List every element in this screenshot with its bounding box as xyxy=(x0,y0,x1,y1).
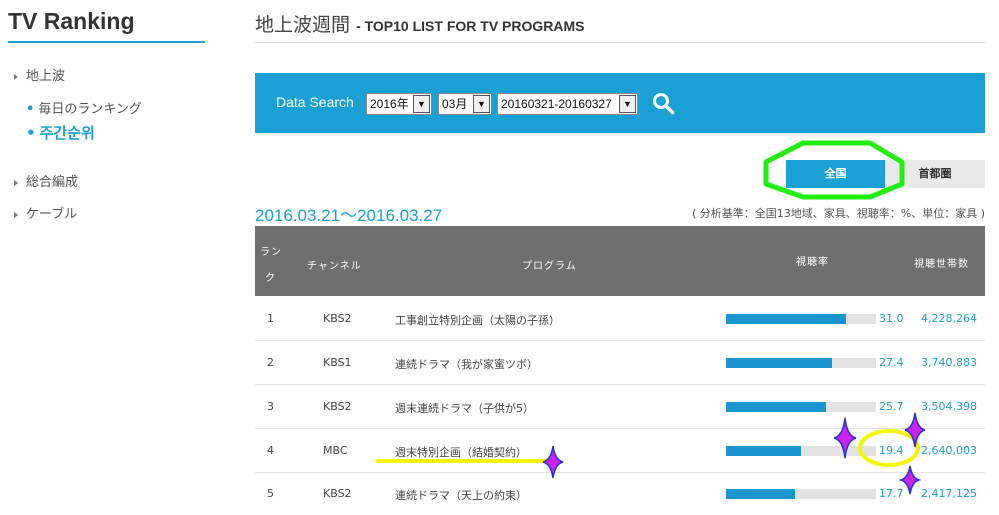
header-rank-line1: ラン xyxy=(260,247,282,258)
page-title-main: 地上波週間 xyxy=(255,14,351,36)
header-channel: チャンネル xyxy=(307,261,362,272)
analysis-basis-note: ( 分析基準：全国13地域、家具、視聴率：%、単位：家具 ) xyxy=(691,207,985,220)
households-cell: 2,417,125 xyxy=(921,487,977,500)
bullet-icon: • xyxy=(26,102,35,117)
caret-right-icon xyxy=(14,211,18,218)
table-row[interactable]: 2 KBS1 連続ドラマ（我が家蜜ツボ） 27.4 3,740,883 xyxy=(255,341,985,385)
rating-bar-fill xyxy=(726,314,847,324)
header-households: 視聴世帯数 xyxy=(914,259,969,270)
page-title: 地上波週間 - TOP10 LIST FOR TV PROGRAMS xyxy=(255,10,585,37)
rating-bar-fill xyxy=(726,489,795,499)
table-row[interactable]: 3 KBS2 週末連続ドラマ（子供が5） 25.7 3,504,398 xyxy=(255,385,985,429)
bullet-icon: • xyxy=(26,124,36,142)
program-cell: 週末特別企画（結婚契約） xyxy=(395,446,527,459)
rank-cell: 2 xyxy=(267,356,274,369)
ranking-table-header: ラン ク チャンネル プログラム 視聴率 視聴世帯数 xyxy=(255,226,985,296)
program-cell: 週末連続ドラマ（子供が5） xyxy=(395,402,534,415)
rating-cell: 19.4 xyxy=(879,444,904,457)
date-range: 2016.03.21～2016.03.27 xyxy=(255,206,443,225)
sidebar-divider xyxy=(8,41,205,43)
page-subtitle: - TOP10 LIST FOR TV PROGRAMS xyxy=(356,18,585,34)
rating-bar-fill xyxy=(726,446,802,456)
households-cell: 2,640,003 xyxy=(921,444,977,457)
rank-cell: 5 xyxy=(267,487,274,500)
year-select[interactable]: 2016年 ▼ xyxy=(366,93,432,115)
channel-cell: MBC xyxy=(323,444,348,457)
rating-bar-track xyxy=(726,314,876,324)
search-label: Data Search xyxy=(276,94,354,110)
households-cell: 4,228,264 xyxy=(921,312,977,325)
rating-bar-track xyxy=(726,358,876,368)
header-program: プログラム xyxy=(522,261,577,272)
rank-cell: 3 xyxy=(267,400,274,413)
channel-cell: KBS1 xyxy=(323,356,352,369)
rating-cell: 17.7 xyxy=(879,487,904,500)
caret-right-icon xyxy=(14,179,18,186)
rating-cell: 27.4 xyxy=(879,356,904,369)
table-row[interactable]: 1 KBS2 工事創立特別企画（太陽の子孫） 31.0 4,228,264 xyxy=(255,297,985,341)
rating-bar-fill xyxy=(726,358,833,368)
rating-bar-fill xyxy=(726,402,826,412)
caret-right-icon xyxy=(14,73,18,80)
tab-metropolitan[interactable]: 首都圏 xyxy=(885,160,985,188)
chevron-down-icon: ▼ xyxy=(473,95,490,113)
header-rating: 視聴率 xyxy=(796,257,829,268)
chevron-down-icon: ▼ xyxy=(619,95,636,113)
channel-cell: KBS2 xyxy=(323,487,352,500)
channel-cell: KBS2 xyxy=(323,400,352,413)
rating-cell: 25.7 xyxy=(879,400,904,413)
sidebar-subitem-weekly[interactable]: • 주간순위 xyxy=(26,122,95,143)
households-cell: 3,504,398 xyxy=(921,400,977,413)
program-cell: 連続ドラマ（我が家蜜ツボ） xyxy=(395,358,538,371)
header-rank-line2: ク xyxy=(265,273,276,284)
table-row[interactable]: 5 KBS2 連続ドラマ（天上の約束） 17.7 2,417,125 xyxy=(255,472,985,515)
rating-bar-track xyxy=(726,446,876,456)
rating-bar-track xyxy=(726,489,876,499)
rank-cell: 4 xyxy=(267,444,274,457)
households-cell: 3,740,883 xyxy=(921,356,977,369)
channel-cell: KBS2 xyxy=(323,312,352,325)
rank-cell: 1 xyxy=(267,312,274,325)
sidebar-subitem-daily[interactable]: • 毎日のランキング xyxy=(26,98,142,117)
data-search-bar: Data Search 2016年 ▼ 03月 ▼ 20160321-20160… xyxy=(255,73,985,133)
sidebar-title: TV Ranking xyxy=(8,8,135,34)
tab-nationwide[interactable]: 全国 xyxy=(786,160,885,188)
table-row[interactable]: 4 MBC 週末特別企画（結婚契約） 19.4 2,640,003 xyxy=(255,429,985,473)
header-divider xyxy=(255,42,985,43)
program-cell: 工事創立特別企画（太陽の子孫） xyxy=(395,314,560,327)
week-select[interactable]: 20160321-20160327 ▼ xyxy=(497,93,638,115)
search-icon[interactable] xyxy=(651,91,675,115)
month-select[interactable]: 03月 ▼ xyxy=(438,93,492,115)
program-cell: 連続ドラマ（天上の約束） xyxy=(395,489,527,502)
sidebar-item-cable[interactable]: ケーブル xyxy=(14,203,77,222)
sidebar-item-general[interactable]: 総合編成 xyxy=(14,171,78,190)
rating-bar-track xyxy=(726,402,876,412)
sidebar-item-terrestrial[interactable]: 地上波 xyxy=(14,65,65,84)
rating-cell: 31.0 xyxy=(879,312,904,325)
chevron-down-icon: ▼ xyxy=(413,95,430,113)
